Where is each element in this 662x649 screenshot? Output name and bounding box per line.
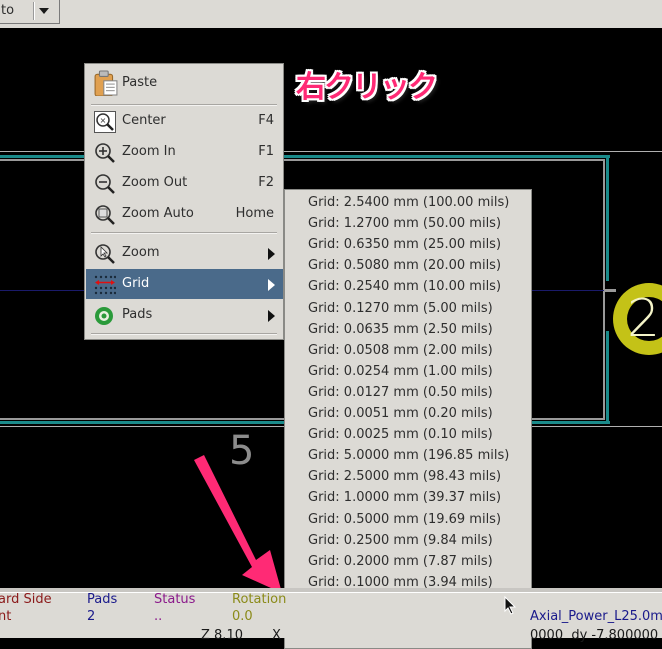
menu-separator — [91, 232, 277, 234]
zoom-readout: Z 8.10 — [201, 628, 243, 643]
rotation-value: 0.0 — [232, 609, 253, 624]
menu-item-zoom-submenu[interactable]: Zoom — [86, 238, 283, 268]
rotation-label: Rotation — [232, 592, 287, 607]
pad-icon — [95, 307, 113, 325]
grid-submenu: Grid: 2.5400 mm (100.00 mils) Grid: 1.270… — [284, 189, 532, 649]
grid-option-label: Grid: 0.0635 mm (2.50 mils) — [308, 321, 493, 337]
grid-option[interactable]: Grid: 0.0254 mm (1.00 mils) — [286, 362, 531, 383]
submenu-arrow-icon — [268, 310, 275, 322]
grid-option-label: Grid: 0.0051 mm (0.20 mils) — [308, 406, 493, 421]
grid-icon — [94, 275, 116, 295]
pads-label: Pads — [87, 592, 118, 607]
zoom-select-combo[interactable]: to — [0, 0, 60, 24]
grid-option-label: Grid: 0.6350 mm (25.00 mils) — [308, 237, 502, 253]
combo-separator — [33, 2, 35, 20]
menu-item-label: Zoom Out — [122, 175, 188, 190]
grid-option-label: Grid: 0.5080 mm (20.00 mils) — [308, 258, 502, 274]
submenu-arrow-icon — [268, 248, 275, 260]
zoom-out-icon — [95, 174, 115, 194]
menu-item-zoom-auto[interactable]: Zoom Auto Home — [86, 199, 283, 229]
grid-option[interactable]: Grid: 0.0025 mm (0.10 mils) — [286, 425, 531, 446]
menu-item-center[interactable]: × Center F4 — [86, 106, 283, 136]
grid-option-label: Grid: 0.2000 mm (7.87 mils) — [308, 553, 493, 569]
paste-icon — [94, 70, 118, 96]
grid-option[interactable]: Grid: 0.0635 mm (2.50 mils) — [286, 320, 531, 341]
submenu-arrow-icon — [268, 279, 275, 291]
grid-option-label: Grid: 0.2540 mm (10.00 mils) — [308, 279, 502, 295]
menu-item-shortcut: F4 — [258, 113, 274, 128]
pads-value: 2 — [87, 609, 96, 624]
chevron-down-icon[interactable] — [39, 8, 49, 14]
grid-option-label: Grid: 5.0000 mm (196.85 mils) — [308, 448, 510, 464]
zoom-select-value: to — [1, 3, 15, 18]
grid-option-label: Grid: 2.5000 mm (98.43 mils) — [308, 469, 502, 485]
grid-option-label: Grid: 0.1270 mm (5.00 mils) — [308, 300, 493, 316]
menu-item-label: Grid — [122, 276, 150, 291]
grid-option-label: Grid: 0.5000 mm (19.69 mils) — [308, 511, 502, 527]
footprint-name: Axial_Power_L25.0m — [530, 609, 662, 624]
status-bar: ard Side nt Pads 2 Status .. Rotation 0.… — [0, 588, 662, 643]
grid-option[interactable]: Grid: 0.1270 mm (5.00 mils) — [286, 299, 531, 320]
status-value: .. — [154, 609, 163, 624]
grid-option-label: Grid: 0.2500 mm (9.84 mils) — [308, 532, 493, 548]
board-side-value: nt — [0, 609, 12, 624]
grid-option[interactable]: Grid: 1.2700 mm (50.00 mils) — [286, 214, 531, 235]
courtyard-right-upper — [606, 155, 609, 281]
menu-item-label: Zoom — [122, 245, 160, 260]
menu-item-shortcut: F1 — [258, 144, 274, 159]
right-click-annotation: 右クリック — [296, 70, 438, 105]
zoom-select-icon — [95, 244, 115, 264]
menu-item-zoom-out[interactable]: Zoom Out F2 — [86, 168, 283, 198]
pad-stub — [604, 289, 616, 292]
grid-option[interactable]: Grid: 1.0000 mm (39.37 mils) — [286, 488, 531, 509]
zoom-in-icon — [95, 143, 115, 163]
grid-option-label: Grid: 0.0025 mm (0.10 mils) — [308, 427, 493, 443]
mouse-cursor-icon — [504, 596, 517, 615]
pad-number: 2 — [627, 289, 661, 349]
grid-option[interactable]: Grid: 0.2540 mm (10.00 mils) — [286, 277, 531, 298]
menu-item-label: Zoom In — [122, 144, 176, 159]
menu-item-shortcut: F2 — [258, 175, 274, 190]
arrow-shape — [194, 455, 282, 593]
menu-item-pads-submenu[interactable]: Pads — [86, 300, 283, 330]
toolbar: to — [0, 0, 662, 28]
grid-option-label: Grid: 2.5400 mm (100.00 mils) — [308, 195, 510, 210]
zoom-center-icon: × — [94, 111, 116, 133]
annotation-arrow — [194, 455, 282, 593]
grid-option[interactable]: Grid: 5.0000 mm (196.85 mils) — [286, 446, 531, 467]
menu-item-label: Paste — [122, 75, 158, 90]
menu-item-grid-submenu[interactable]: Grid — [86, 269, 283, 299]
grid-option[interactable]: Grid: 0.2500 mm (9.84 mils) — [286, 531, 531, 552]
x-readout-label: X — [272, 628, 281, 643]
menu-item-label: Zoom Auto — [122, 206, 194, 221]
menu-item-label: Center — [122, 113, 166, 128]
grid-option[interactable]: Grid: 0.5080 mm (20.00 mils) — [286, 256, 531, 277]
grid-option[interactable]: Grid: 0.5000 mm (19.69 mils) — [286, 510, 531, 531]
grid-option[interactable]: Grid: 0.0051 mm (0.20 mils) — [286, 404, 531, 425]
board-side-label: ard Side — [0, 592, 52, 607]
menu-item-label: Pads — [122, 307, 153, 322]
status-label: Status — [154, 592, 196, 607]
grid-option[interactable]: Grid: 0.0127 mm (0.50 mils) — [286, 383, 531, 404]
grid-option[interactable]: Grid: 2.5000 mm (98.43 mils) — [286, 467, 531, 488]
pad-2[interactable]: 2 — [613, 283, 662, 355]
menu-item-paste[interactable]: Paste — [86, 66, 283, 100]
dxdy-readout: 0000 dy -7.800000 — [530, 628, 659, 643]
grid-option[interactable]: Grid: 0.0508 mm (2.00 mils) — [286, 341, 531, 362]
grid-option-label: Grid: 0.0254 mm (1.00 mils) — [308, 363, 493, 379]
grid-option-label: Grid: 0.0508 mm (2.00 mils) — [308, 342, 493, 358]
menu-item-zoom-in[interactable]: Zoom In F1 — [86, 137, 283, 167]
courtyard-right-lower — [606, 331, 609, 424]
menu-item-shortcut: Home — [235, 206, 274, 221]
grid-option[interactable]: Grid: 2.5400 mm (100.00 mils) — [286, 193, 531, 214]
grid-option[interactable]: Grid: 0.2000 mm (7.87 mils) — [286, 552, 531, 573]
svg-text:×: × — [100, 116, 107, 125]
grid-option-label: Grid: 1.2700 mm (50.00 mils) — [308, 216, 502, 232]
grid-option-label: Grid: 0.0127 mm (0.50 mils) — [308, 384, 493, 400]
grid-option-label: Grid: 1.0000 mm (39.37 mils) — [308, 490, 502, 506]
zoom-fit-icon — [95, 205, 115, 225]
grid-option[interactable]: Grid: 0.6350 mm (25.00 mils) — [286, 235, 531, 256]
context-menu: Paste × Center F4 Zoom In F1 Zoom Out F2 — [84, 63, 284, 340]
menu-separator — [91, 333, 277, 335]
